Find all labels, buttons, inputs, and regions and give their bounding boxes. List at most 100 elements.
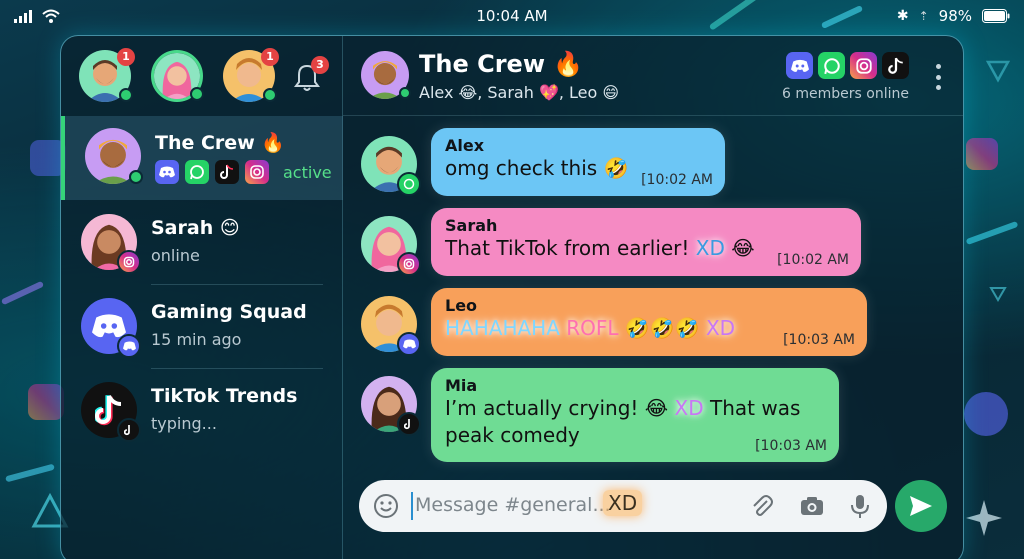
discord-icon [92,314,126,338]
bg-streak [0,280,45,306]
more-options-button[interactable] [935,64,941,90]
chat-header: The Crew 🔥 Alex 😂, Sarah 💖, Leo 😄 6 memb… [343,36,963,116]
conversation-sarah[interactable]: Sarah 😊 online [61,202,343,286]
discord-icon [155,160,179,184]
discord-icon [964,392,1008,436]
discord-icon [117,334,141,358]
bg-streak [965,220,1019,246]
message-time: [10:02 AM [641,172,713,188]
group-avatar [81,382,141,442]
rofl-highlight: ROFL [566,316,619,340]
bluetooth-icon: ✱ [896,8,909,24]
message-input[interactable]: Message #general... XD [359,480,887,532]
whatsapp-icon[interactable] [818,52,845,79]
message-bubble[interactable]: Sarah That TikTok from earlier! XD 😂 [10… [431,208,861,276]
input-placeholder: Message #general... [415,494,611,516]
text-cursor [411,492,413,520]
contact-avatar[interactable]: 1 [79,48,135,102]
divider [151,368,323,369]
xd-highlight: XD [695,236,725,260]
xd-highlight: XD [603,490,643,516]
microphone-icon[interactable] [847,493,873,519]
conversation-tiktok-trends[interactable]: TikTok Trends typing... [61,370,343,454]
unread-badge: 1 [117,48,135,66]
chat-members: Alex 😂, Sarah 💖, Leo 😄 [419,83,620,102]
instagram-icon [397,252,421,276]
tiktok-icon [117,418,141,442]
instagram-icon [966,138,998,170]
instagram-icon[interactable] [850,52,877,79]
sender-avatar [361,296,421,356]
group-avatar [81,298,141,358]
conversation-the-crew[interactable]: The Crew 🔥 active [61,116,343,200]
whatsapp-icon [185,160,209,184]
conversation-name: TikTok Trends [151,385,298,407]
online-indicator [119,88,133,102]
message-bubble[interactable]: Alex omg check this 🤣 [10:02 AM [431,128,725,196]
sender-name: Leo [445,296,478,315]
platform-icons [786,52,909,79]
hahaha-highlight: HAHAHAHA [445,316,560,340]
conversation-status: typing... [151,414,217,433]
conversation-name: Gaming Squad [151,301,307,323]
conversation-gaming-squad[interactable]: Gaming Squad 15 min ago [61,286,343,370]
charging-icon: ⇡ [918,9,929,23]
chat-title: The Crew 🔥 [419,50,584,78]
contact-avatar[interactable] [151,50,204,102]
sender-avatar [361,216,421,276]
xd-highlight: XD [674,396,704,420]
message-time: [10:03 AM [783,332,855,348]
triangle-shape [985,60,1011,83]
group-avatar [85,128,143,184]
battery-percent: 98% [938,7,972,25]
sparkle-icon [966,500,1002,536]
unread-badge: 1 [261,48,279,66]
discord-icon [397,332,421,356]
camera-icon[interactable] [799,493,825,519]
message-time: [10:03 AM [755,438,827,454]
notification-count: 3 [311,56,329,74]
discord-icon[interactable] [786,52,813,79]
group-avatar[interactable] [361,51,411,99]
recent-contacts: 1 1 3 [79,48,329,106]
chat-app-window: 1 1 3 The Crew 🔥 active Sarah 😊 online G… [60,35,964,559]
whatsapp-icon [397,172,421,196]
tiktok-icon [215,160,239,184]
bg-streak [5,463,55,483]
contact-avatar[interactable]: 1 [223,48,279,102]
instagram-icon [245,160,269,184]
status-bar: 10:04 AM ✱ ⇡ 98% [0,0,1024,32]
sender-avatar [361,376,421,436]
online-count: 6 members online [782,86,909,102]
online-indicator [129,170,143,184]
conversation-status: online [151,246,200,265]
instagram-icon [28,384,64,420]
online-indicator [399,87,411,99]
conversation-status: 15 min ago [151,330,242,349]
battery-icon [982,9,1010,23]
message-bubble[interactable]: Leo HAHAHAHA ROFL 🤣🤣🤣 XD [10:03 AM [431,288,867,356]
paperclip-icon[interactable] [749,493,775,519]
send-icon [910,496,932,516]
clock: 10:04 AM [476,7,548,25]
sidebar: 1 1 3 The Crew 🔥 active Sarah 😊 online G… [61,36,343,559]
divider [151,284,323,285]
sender-name: Alex [445,136,485,155]
status-active: active [283,162,332,182]
emoji-icon[interactable] [373,493,399,519]
online-indicator [263,88,277,102]
message-time: [10:02 AM [777,252,849,268]
sender-avatar [361,136,421,196]
conversation-name: Sarah 😊 [151,217,240,239]
chat-area: The Crew 🔥 Alex 😂, Sarah 💖, Leo 😄 6 memb… [343,36,963,559]
tiktok-icon [95,395,122,426]
send-button[interactable] [895,480,947,532]
platform-row: active [155,160,332,184]
online-indicator [190,87,204,101]
tiktok-icon[interactable] [882,52,909,79]
message-bubble[interactable]: Mia I’m actually crying! 😂 XD That was pe… [431,368,839,462]
contact-avatar [81,214,141,274]
tiktok-icon [397,412,421,436]
xd-highlight: XD [705,316,736,340]
notifications-button[interactable]: 3 [293,56,329,92]
